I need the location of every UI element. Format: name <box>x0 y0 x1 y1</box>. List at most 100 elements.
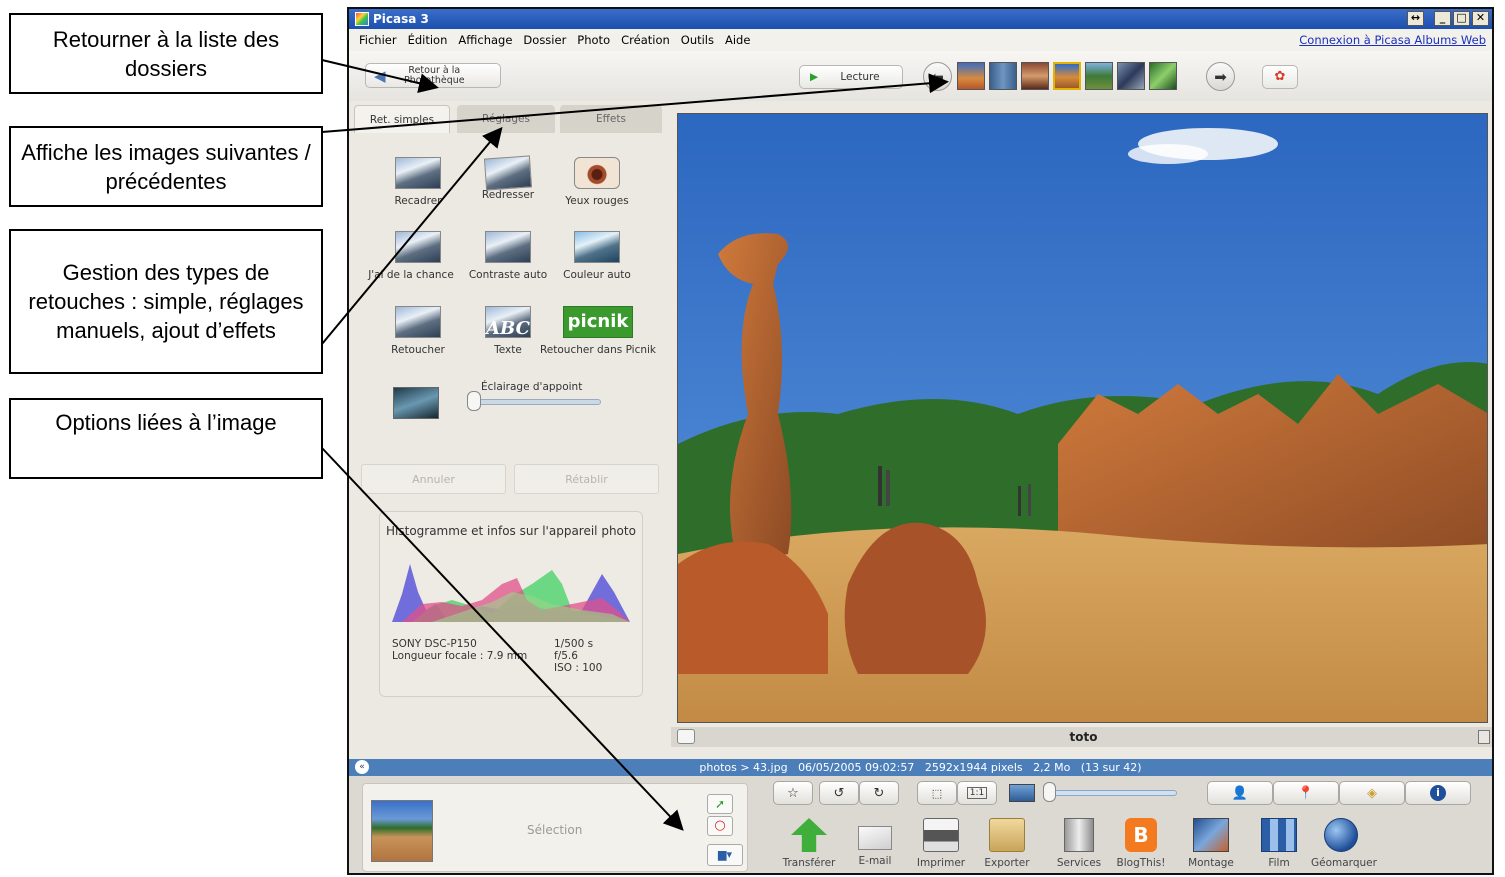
play-label: Lecture <box>840 71 880 83</box>
next-image-button[interactable]: ➡ <box>1206 62 1235 91</box>
red-eye-icon <box>574 157 620 189</box>
fill-light-slider-track[interactable] <box>471 399 601 405</box>
services-button[interactable]: Services <box>1049 818 1109 869</box>
back-label-line2: Photothèque <box>404 75 465 86</box>
menu-bar: Fichier Édition Affichage Dossier Photo … <box>349 29 1492 51</box>
auto-color-icon <box>574 231 620 263</box>
fill-light-icon <box>393 387 439 419</box>
trash-icon[interactable] <box>1478 730 1490 744</box>
imprimer-button[interactable]: Imprimer <box>911 818 971 869</box>
photo-tray: Sélection ➚ ○ ▆▾ ☆ ↺ ↻ ⬚ 1:1 👤 📍 ◈ i Tra… <box>349 776 1492 873</box>
maximize-button[interactable]: □ <box>1453 11 1470 26</box>
fit-button[interactable]: ⬚ <box>917 781 957 805</box>
hold-pin-button[interactable]: ➚ <box>707 794 733 814</box>
caption-edit-icon[interactable] <box>677 729 695 744</box>
tab-reglages[interactable]: Réglages <box>457 105 555 133</box>
transferer-label: Transférer <box>782 857 836 869</box>
tool-picnik[interactable]: picnik Retoucher dans Picnik <box>537 306 659 356</box>
close-button[interactable]: ✕ <box>1472 11 1489 26</box>
star-button[interactable]: ☆ <box>773 781 813 805</box>
printer-icon <box>923 818 959 852</box>
thumbnail-strip-item[interactable] <box>1021 62 1049 90</box>
back-to-library-button[interactable]: ◀ Retour à la Photothèque <box>365 63 501 88</box>
film-button[interactable]: Film <box>1249 818 1309 869</box>
menu-outils[interactable]: Outils <box>681 33 714 47</box>
album-dropdown-button[interactable]: ▆▾ <box>707 844 743 866</box>
menu-fichier[interactable]: Fichier <box>359 33 397 47</box>
retablir-button[interactable]: Rétablir <box>514 464 659 494</box>
menu-creation[interactable]: Création <box>621 33 670 47</box>
minimize-button[interactable]: _ <box>1434 11 1451 26</box>
picnik-logo-icon: picnik <box>563 306 633 338</box>
tab-effets[interactable]: Effets <box>560 105 662 133</box>
upload-arrow-icon <box>791 818 827 852</box>
zoom-icon <box>1009 784 1035 802</box>
actual-size-button[interactable]: 1:1 <box>957 781 997 805</box>
selection-label: Sélection <box>527 823 583 837</box>
play-icon: ▶ <box>810 71 819 83</box>
menu-photo[interactable]: Photo <box>577 33 610 47</box>
tab-ret-simples[interactable]: Ret. simples <box>354 105 450 133</box>
view-mode-button[interactable]: ✿ <box>1262 65 1298 89</box>
fill-light-slider-handle[interactable] <box>467 391 481 411</box>
play-slideshow-button[interactable]: ▶ Lecture <box>799 65 903 89</box>
collapse-panel-icon[interactable]: « <box>355 760 369 774</box>
thumbnail-strip-item[interactable] <box>1117 62 1145 90</box>
histogram-title: Histogramme et infos sur l'appareil phot… <box>386 524 636 538</box>
selected-thumbnail[interactable] <box>371 800 433 862</box>
map-pin-icon: 📍 <box>1297 785 1315 801</box>
thumbnail-strip-item[interactable] <box>989 62 1017 90</box>
retouch-icon <box>395 306 441 338</box>
menu-edition[interactable]: Édition <box>408 33 448 47</box>
thumbnail-strip-item[interactable] <box>1085 62 1113 90</box>
tags-button[interactable]: ◈ <box>1339 781 1405 805</box>
zoom-slider-track[interactable] <box>1045 790 1177 796</box>
selection-tray: Sélection ➚ ○ ▆▾ <box>362 783 748 872</box>
montage-label: Montage <box>1188 857 1234 869</box>
main-photo[interactable] <box>677 113 1488 723</box>
places-button[interactable]: 📍 <box>1273 781 1339 805</box>
iso: ISO : 100 <box>554 662 603 674</box>
thumbnail-strip-item[interactable] <box>1053 62 1081 90</box>
tool-couleur-label: Couleur auto <box>563 269 631 281</box>
picasa-web-albums-link[interactable]: Connexion à Picasa Albums Web <box>1299 33 1486 47</box>
back-arrow-icon: ◀ <box>374 67 386 85</box>
blogthis-button[interactable]: B BlogThis! <box>1111 818 1171 869</box>
tool-picnik-label: Retoucher dans Picnik <box>539 344 657 356</box>
one-to-one-label: 1:1 <box>966 787 988 799</box>
tool-yeux-rouges-label: Yeux rouges <box>565 195 629 207</box>
email-button[interactable]: E-mail <box>845 818 905 867</box>
color-pick-icon: ✿ <box>1274 69 1286 84</box>
rotate-right-button[interactable]: ↻ <box>859 781 899 805</box>
arrow-right-icon: ➡ <box>1214 67 1227 86</box>
tool-couleur-auto[interactable]: Couleur auto <box>542 231 652 281</box>
exporter-button[interactable]: Exporter <box>977 818 1037 869</box>
montage-button[interactable]: Montage <box>1181 818 1241 869</box>
rotate-left-icon: ↺ <box>833 785 845 801</box>
geomarquer-button[interactable]: Géomarquer <box>1311 818 1377 869</box>
people-button[interactable]: 👤 <box>1207 781 1273 805</box>
info-button[interactable]: i <box>1405 781 1471 805</box>
window-title: Picasa 3 <box>373 12 429 26</box>
thumbnail-strip-item[interactable] <box>1149 62 1177 90</box>
fill-light-label: Éclairage d'appoint <box>481 381 583 393</box>
restore-arrow-icon[interactable]: ↔ <box>1407 11 1424 26</box>
envelope-icon <box>858 826 892 850</box>
zoom-slider-handle[interactable] <box>1043 782 1056 802</box>
menu-aide[interactable]: Aide <box>725 33 750 47</box>
transferer-button[interactable]: Transférer <box>779 818 839 869</box>
menu-affichage[interactable]: Affichage <box>458 33 512 47</box>
fit-icon: ⬚ <box>931 786 943 800</box>
menu-dossier[interactable]: Dossier <box>523 33 566 47</box>
straighten-icon <box>483 155 533 191</box>
tool-yeux-rouges[interactable]: Yeux rouges <box>542 157 652 207</box>
camera-model: SONY DSC-P150 <box>392 638 477 650</box>
toolbar: ◀ Retour à la Photothèque ▶ Lecture ⬅ ➡ … <box>349 51 1492 101</box>
rotate-left-button[interactable]: ↺ <box>819 781 859 805</box>
annuler-button[interactable]: Annuler <box>361 464 506 494</box>
previous-image-button[interactable]: ⬅ <box>923 62 952 91</box>
star-icon: ☆ <box>787 785 799 801</box>
clear-selection-button[interactable]: ○ <box>707 816 733 836</box>
caption-text[interactable]: toto <box>1070 730 1098 744</box>
thumbnail-strip-item[interactable] <box>957 62 985 90</box>
